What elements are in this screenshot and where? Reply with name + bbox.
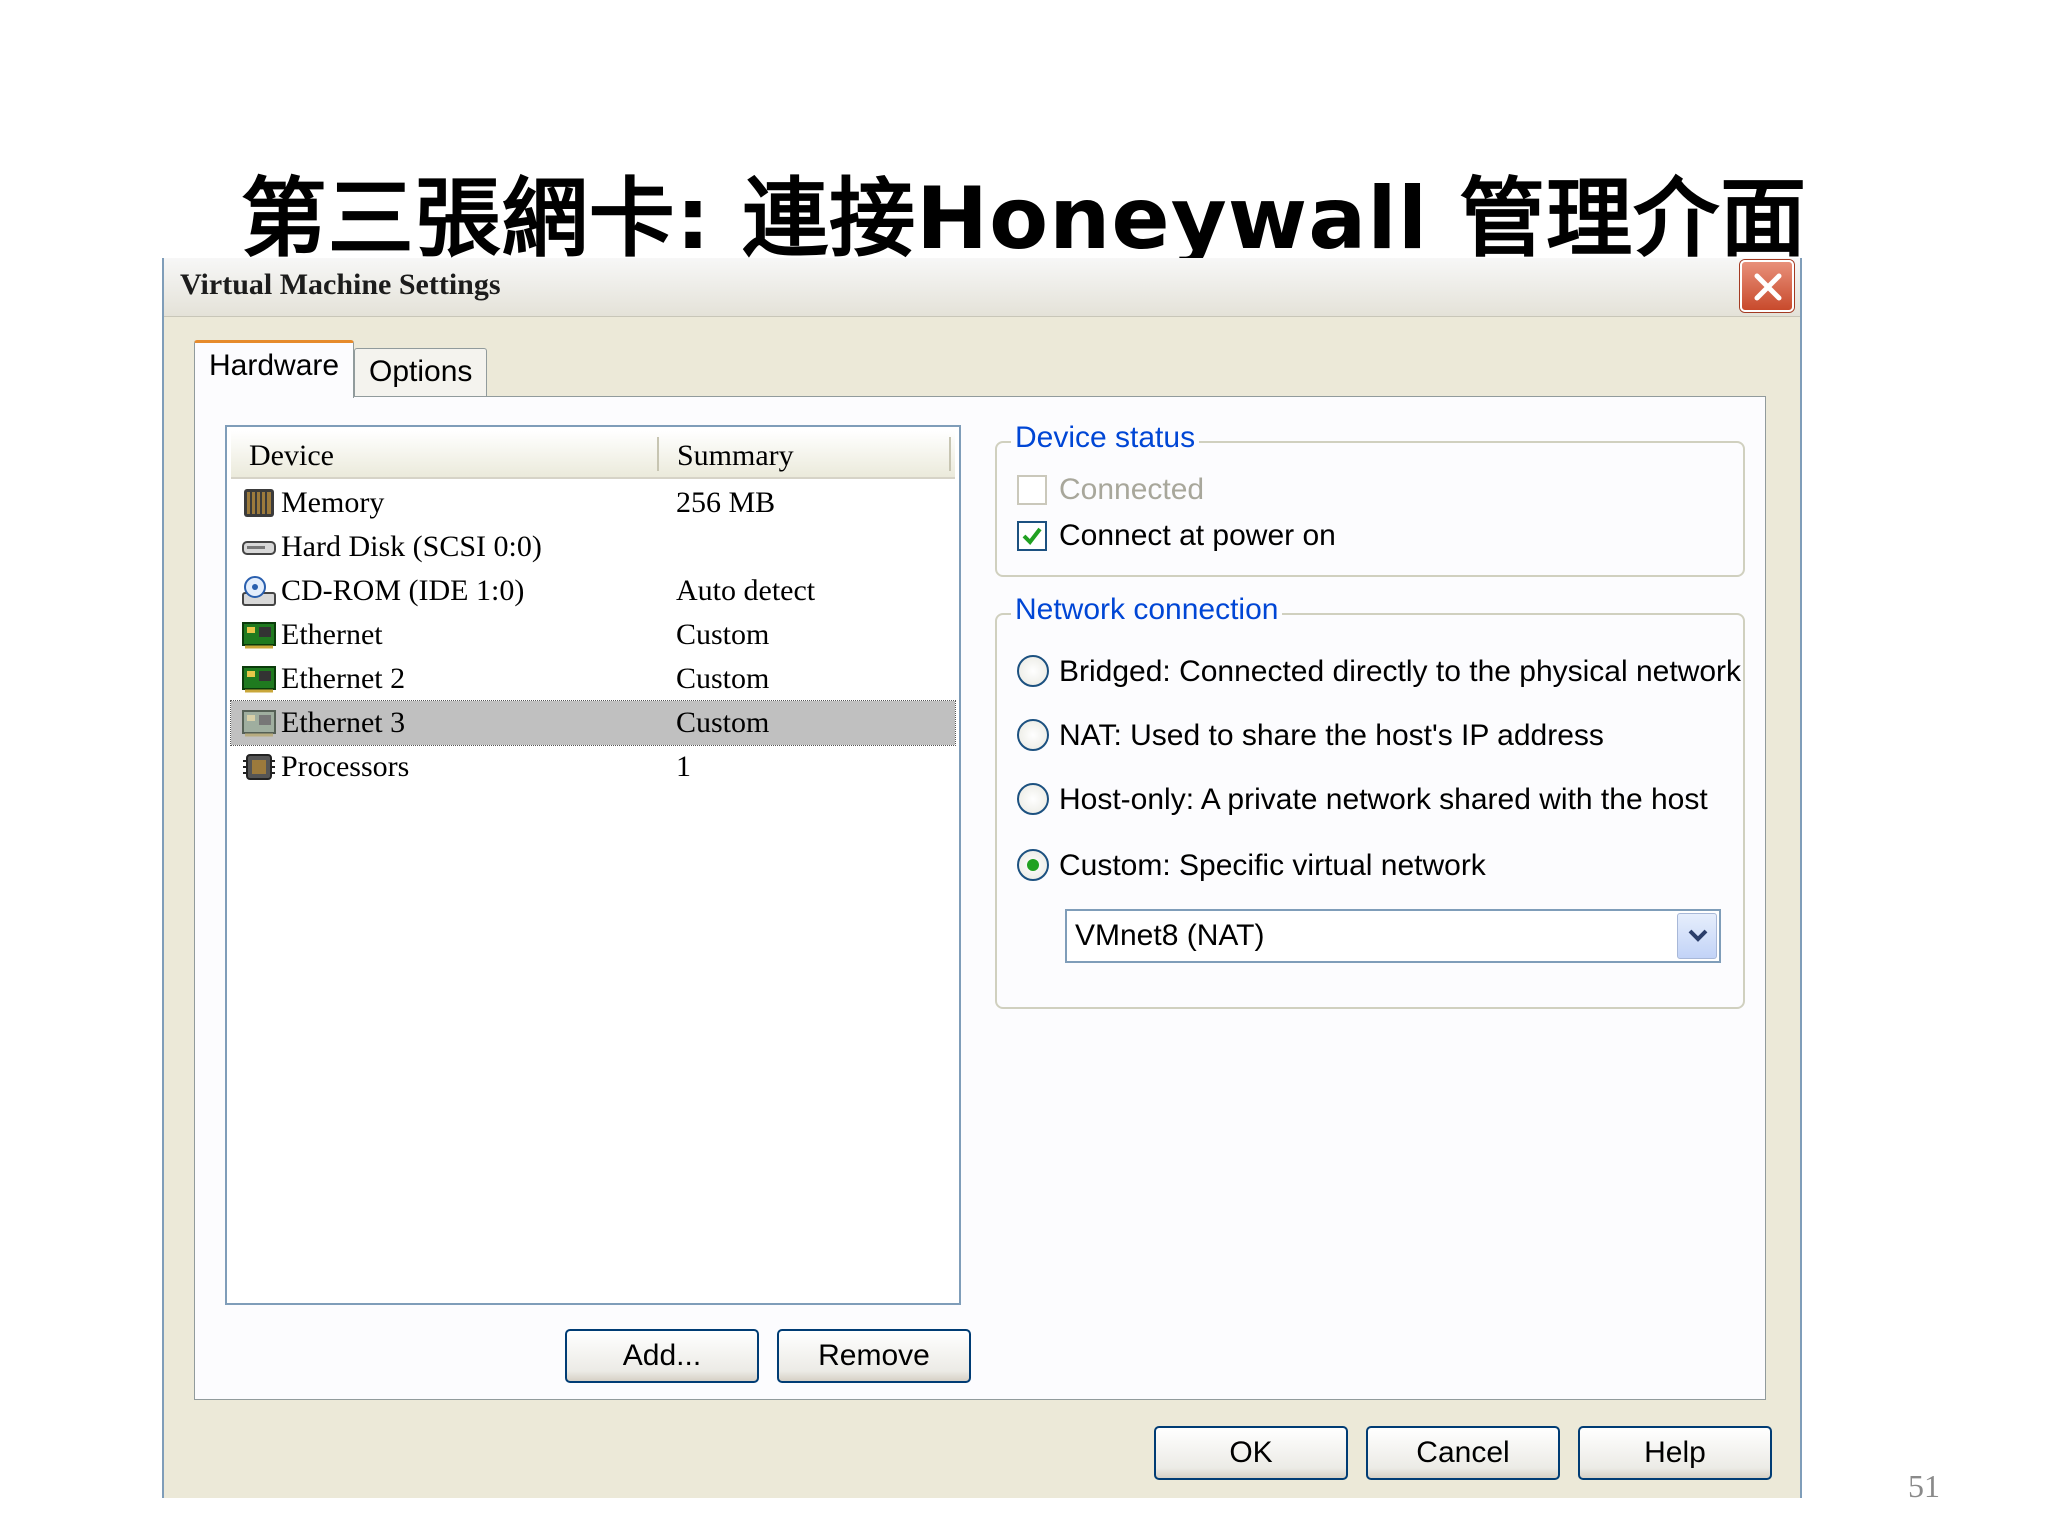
window-title: Virtual Machine Settings: [180, 268, 501, 301]
ethernet-icon: [242, 622, 276, 649]
device-name: Ethernet 2: [281, 662, 406, 695]
device-row-cdrom[interactable]: CD-ROM (IDE 1:0) Auto detect: [231, 569, 955, 613]
ethernet-icon: [242, 710, 276, 737]
title-bar[interactable]: Virtual Machine Settings: [164, 258, 1800, 317]
connected-checkbox[interactable]: [1017, 475, 1047, 505]
custom-network-select[interactable]: VMnet8 (NAT): [1065, 909, 1721, 963]
device-status-title: Device status: [1011, 421, 1200, 455]
device-row-hard-disk[interactable]: Hard Disk (SCSI 0:0): [231, 525, 955, 569]
radio-custom[interactable]: [1017, 849, 1049, 881]
list-header: Device Summary: [231, 431, 955, 479]
column-header-device[interactable]: Device: [249, 439, 334, 473]
close-button[interactable]: [1740, 260, 1794, 312]
device-summary: 1: [676, 750, 691, 783]
radio-selected-dot: [1027, 859, 1039, 871]
label-bridged: Bridged: Connected directly to the physi…: [1059, 655, 1742, 688]
connect-at-power-on-label: Connect at power on: [1059, 519, 1336, 552]
remove-button[interactable]: Remove: [777, 1329, 971, 1383]
device-row-ethernet[interactable]: Ethernet Custom: [231, 613, 955, 657]
page-number: 51: [1908, 1468, 1940, 1504]
device-name: Processors: [281, 750, 410, 783]
device-name: Hard Disk (SCSI 0:0): [281, 530, 542, 563]
device-summary: Auto detect: [676, 574, 816, 607]
label-nat: NAT: Used to share the host's IP address: [1059, 719, 1604, 752]
device-summary: 256 MB: [676, 486, 776, 519]
tab-options[interactable]: Options: [354, 348, 488, 396]
device-name: Ethernet 3: [281, 706, 406, 739]
cdrom-icon: [242, 576, 276, 606]
checkmark-icon: [1022, 527, 1042, 546]
label-host-only: Host-only: A private network shared with…: [1059, 783, 1708, 816]
network-connection-title: Network connection: [1011, 593, 1283, 627]
device-row-memory[interactable]: Memory 256 MB: [231, 481, 955, 525]
device-name: CD-ROM (IDE 1:0): [281, 574, 525, 607]
cancel-button[interactable]: Cancel: [1366, 1426, 1560, 1480]
tab-hardware[interactable]: Hardware: [194, 340, 355, 398]
device-list[interactable]: Device Summary Memory 256 MB Hard Disk (…: [225, 425, 961, 1305]
device-status-group: Device status Connected Connect at power…: [995, 421, 1745, 577]
column-header-summary[interactable]: Summary: [677, 439, 794, 473]
slide-title: 第三張網卡: 連接Honeywall 管理介面: [240, 169, 1808, 269]
hardware-tab-panel: Device Summary Memory 256 MB Hard Disk (…: [194, 396, 1766, 1400]
device-row-ethernet-2[interactable]: Ethernet 2 Custom: [231, 657, 955, 701]
column-separator[interactable]: [949, 437, 951, 471]
device-summary: Custom: [676, 662, 770, 695]
ok-button[interactable]: OK: [1154, 1426, 1348, 1480]
radio-host-only[interactable]: [1017, 783, 1049, 815]
processor-icon: [243, 754, 275, 780]
hard-disk-icon: [242, 541, 276, 555]
column-separator[interactable]: [657, 437, 659, 471]
radio-nat[interactable]: [1017, 719, 1049, 751]
memory-icon: [244, 489, 274, 517]
device-row-processors[interactable]: Processors 1: [231, 745, 955, 789]
help-button[interactable]: Help: [1578, 1426, 1772, 1480]
close-icon: [1754, 273, 1782, 301]
connected-label: Connected: [1059, 473, 1205, 506]
network-connection-group: Network connection Bridged: Connected di…: [995, 593, 1745, 1009]
vm-settings-dialog: Virtual Machine Settings Hardware Option…: [162, 258, 1802, 1498]
chevron-down-icon: [1688, 929, 1708, 942]
device-summary: Custom: [676, 706, 770, 739]
custom-network-value: VMnet8 (NAT): [1075, 919, 1265, 952]
radio-bridged[interactable]: [1017, 655, 1049, 687]
device-name: Memory: [281, 486, 385, 519]
device-name: Ethernet: [281, 618, 383, 651]
dropdown-button[interactable]: [1677, 913, 1717, 959]
label-custom: Custom: Specific virtual network: [1059, 849, 1486, 882]
ethernet-icon: [242, 666, 276, 693]
connect-at-power-on-checkbox[interactable]: [1017, 521, 1047, 551]
device-row-ethernet-3[interactable]: Ethernet 3 Custom: [230, 700, 956, 746]
device-summary: Custom: [676, 618, 770, 651]
add-button[interactable]: Add...: [565, 1329, 759, 1383]
